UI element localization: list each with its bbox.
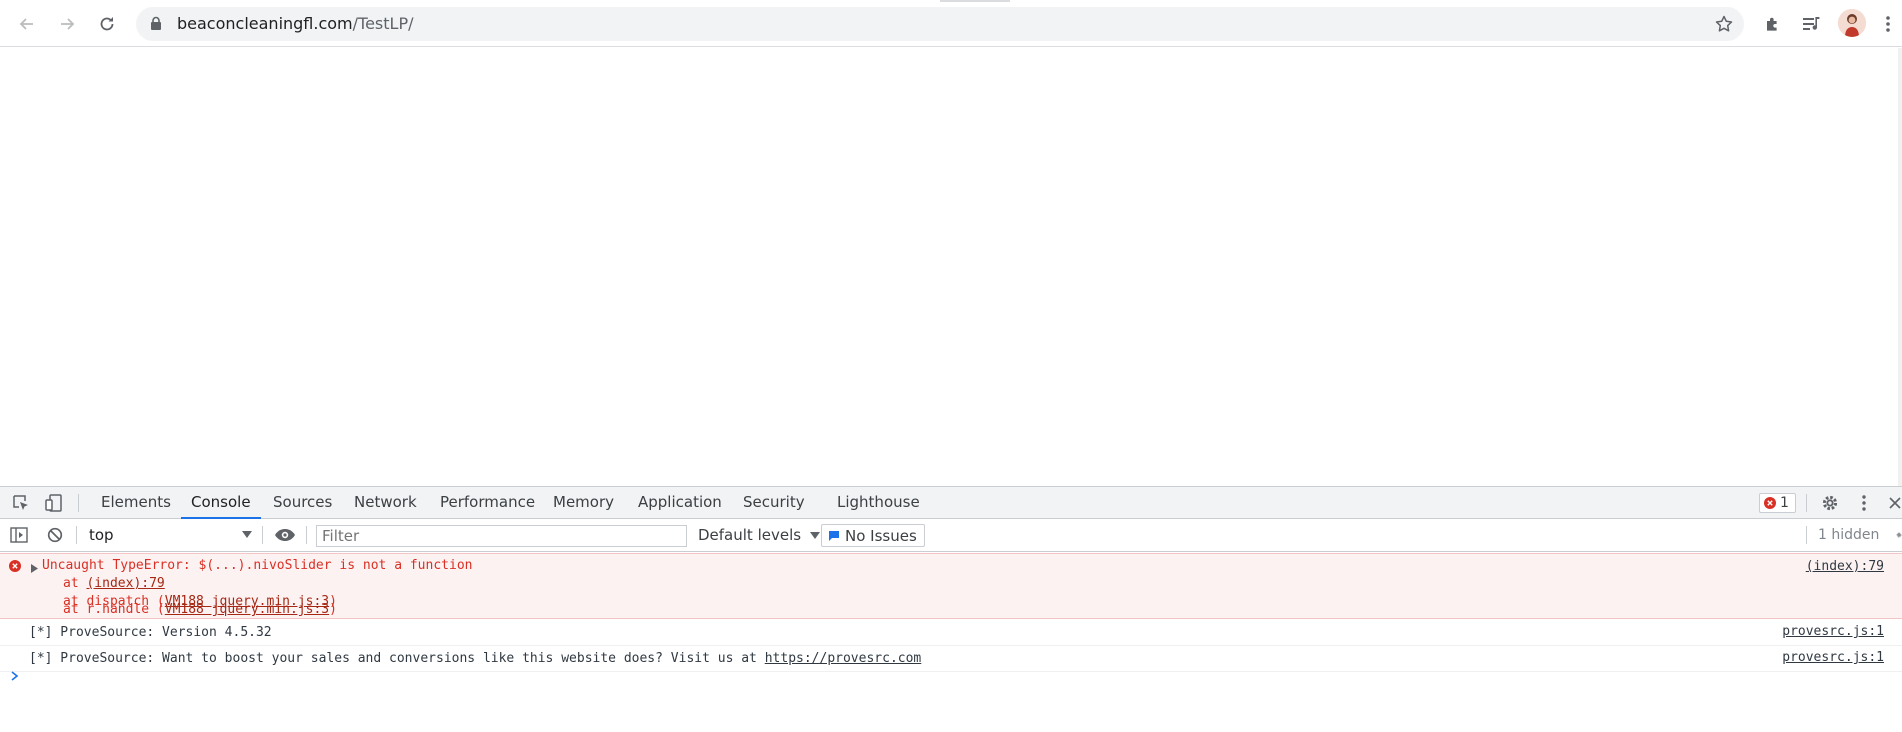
- stack-frame-link[interactable]: (index):79: [86, 576, 164, 591]
- clear-console-button[interactable]: [46, 526, 64, 544]
- back-arrow-icon: [19, 18, 33, 30]
- log-levels-label: Default levels: [698, 526, 802, 544]
- stack-frame: at (index):79: [63, 575, 165, 593]
- log-text: [*] ProveSource: Want to boost your sale…: [29, 651, 765, 666]
- more-vertical-icon: [1862, 495, 1866, 511]
- log-url-link[interactable]: https://provesrc.com: [765, 651, 922, 666]
- back-button[interactable]: [13, 10, 41, 38]
- filter-bar-divider: [1806, 526, 1807, 544]
- dropdown-caret-icon: [242, 531, 252, 538]
- dropdown-caret-icon: [809, 532, 820, 539]
- bookmark-star-icon[interactable]: [1714, 14, 1734, 34]
- tab-console[interactable]: Console: [181, 487, 261, 519]
- inspect-element-button[interactable]: [11, 494, 31, 512]
- url-text[interactable]: beaconcleaningfl.com/TestLP/: [177, 7, 414, 41]
- log-text-wrapper: [*] ProveSource: Want to boost your sale…: [29, 650, 921, 668]
- javascript-context-select[interactable]: top: [89, 525, 252, 545]
- filter-bar-divider: [76, 526, 77, 544]
- error-count-badge[interactable]: 1: [1759, 493, 1796, 513]
- filter-bar-divider: [262, 526, 263, 544]
- log-text: [*] ProveSource: Version 4.5.32: [29, 625, 272, 640]
- hidden-messages-count: 1 hidden: [1818, 527, 1880, 543]
- tab-elements[interactable]: Elements: [101, 487, 171, 518]
- log-source-link[interactable]: provesrc.js:1: [1782, 624, 1884, 639]
- tab-memory[interactable]: Memory: [553, 487, 614, 518]
- tab-security[interactable]: Security: [743, 487, 805, 518]
- gear-icon: [1822, 495, 1838, 511]
- error-text: Uncaught TypeError: $(...).nivoSlider is…: [42, 558, 473, 573]
- stack-frame-suffix: ): [329, 602, 337, 617]
- error-count: 1: [1780, 495, 1789, 511]
- reload-button[interactable]: [93, 10, 121, 38]
- tab-bar-divider: [1806, 494, 1807, 512]
- device-toolbar-button[interactable]: [44, 494, 64, 512]
- tab-strip-edge: [940, 0, 1010, 2]
- devtools-close-button[interactable]: [1888, 493, 1902, 513]
- error-circle-icon: [1764, 497, 1776, 509]
- devtools-settings-button[interactable]: [1820, 493, 1840, 513]
- console-log-message[interactable]: [*] ProveSource: Version 4.5.32 provesrc…: [0, 620, 1902, 646]
- show-sidebar-button[interactable]: [9, 526, 29, 544]
- tab-performance[interactable]: Performance: [440, 487, 535, 518]
- log-levels-dropdown[interactable]: Default levels: [698, 525, 820, 545]
- devtools-panel: Elements Console Sources Network Perform…: [0, 486, 1902, 732]
- reload-icon: [100, 17, 114, 31]
- stack-frame-prefix: at: [63, 576, 87, 591]
- error-source-link[interactable]: (index):79: [1806, 559, 1884, 574]
- filter-bar-divider: [306, 526, 307, 544]
- stack-frame-prefix: at r.handle (: [63, 602, 165, 617]
- profile-photo-icon: [1838, 9, 1866, 37]
- page-content-area[interactable]: [0, 48, 1902, 486]
- clear-block-icon: [47, 527, 63, 543]
- address-bar[interactable]: beaconcleaningfl.com/TestLP/: [136, 7, 1744, 41]
- console-filter-input[interactable]: [316, 525, 687, 547]
- sidebar-toggle-icon: [10, 527, 28, 543]
- console-log-message[interactable]: [*] ProveSource: Want to boost your sale…: [0, 646, 1902, 672]
- page-scrollbar[interactable]: [1898, 48, 1902, 486]
- console-messages[interactable]: Uncaught TypeError: $(...).nivoSlider is…: [0, 553, 1902, 732]
- forward-button[interactable]: [53, 10, 81, 38]
- queue-music-icon: [1803, 17, 1820, 30]
- stack-frame-link[interactable]: VM188 jquery.min.js:3: [165, 602, 329, 617]
- tab-application[interactable]: Application: [638, 487, 722, 518]
- url-domain: beaconcleaningfl.com: [177, 14, 353, 33]
- console-prompt-chevron-icon: [11, 671, 19, 681]
- media-controls-button[interactable]: [1798, 10, 1826, 38]
- log-source-link[interactable]: provesrc.js:1: [1782, 650, 1884, 665]
- inspect-cursor-icon: [13, 495, 28, 510]
- devtools-menu-button[interactable]: [1856, 493, 1872, 513]
- browser-toolbar: beaconcleaningfl.com/TestLP/: [0, 0, 1902, 47]
- console-settings-button[interactable]: [1890, 526, 1902, 544]
- tab-lighthouse[interactable]: Lighthouse: [837, 487, 920, 518]
- puzzle-piece-icon: [1767, 17, 1777, 31]
- issues-label: No Issues: [845, 526, 917, 545]
- tab-sources[interactable]: Sources: [273, 487, 332, 518]
- gear-icon: [1896, 532, 1902, 538]
- tab-network[interactable]: Network: [354, 487, 417, 518]
- close-icon: [1889, 497, 1901, 509]
- lock-icon[interactable]: [150, 16, 162, 31]
- eye-icon: [275, 529, 295, 541]
- context-value: top: [89, 526, 114, 544]
- expand-triangle-icon[interactable]: [31, 564, 38, 573]
- stack-frame: at r.handle (VM188 jquery.min.js:3): [63, 601, 337, 619]
- profile-avatar[interactable]: [1838, 9, 1866, 37]
- url-path: /TestLP/: [352, 14, 414, 33]
- more-vertical-icon: [1886, 16, 1890, 32]
- live-expression-button[interactable]: [274, 526, 296, 544]
- devtools-tab-bar: Elements Console Sources Network Perform…: [0, 487, 1902, 519]
- console-filter-bar: top Default levels No Issues 1 hidden: [0, 519, 1902, 552]
- extensions-button[interactable]: [1759, 10, 1787, 38]
- device-mobile-icon: [45, 494, 62, 512]
- issue-message-icon: [829, 530, 839, 541]
- forward-arrow-icon: [61, 18, 75, 30]
- chrome-menu-button[interactable]: [1878, 10, 1898, 38]
- error-circle-icon: [9, 560, 21, 572]
- tab-bar-divider: [78, 494, 79, 512]
- issues-button[interactable]: No Issues: [821, 524, 925, 547]
